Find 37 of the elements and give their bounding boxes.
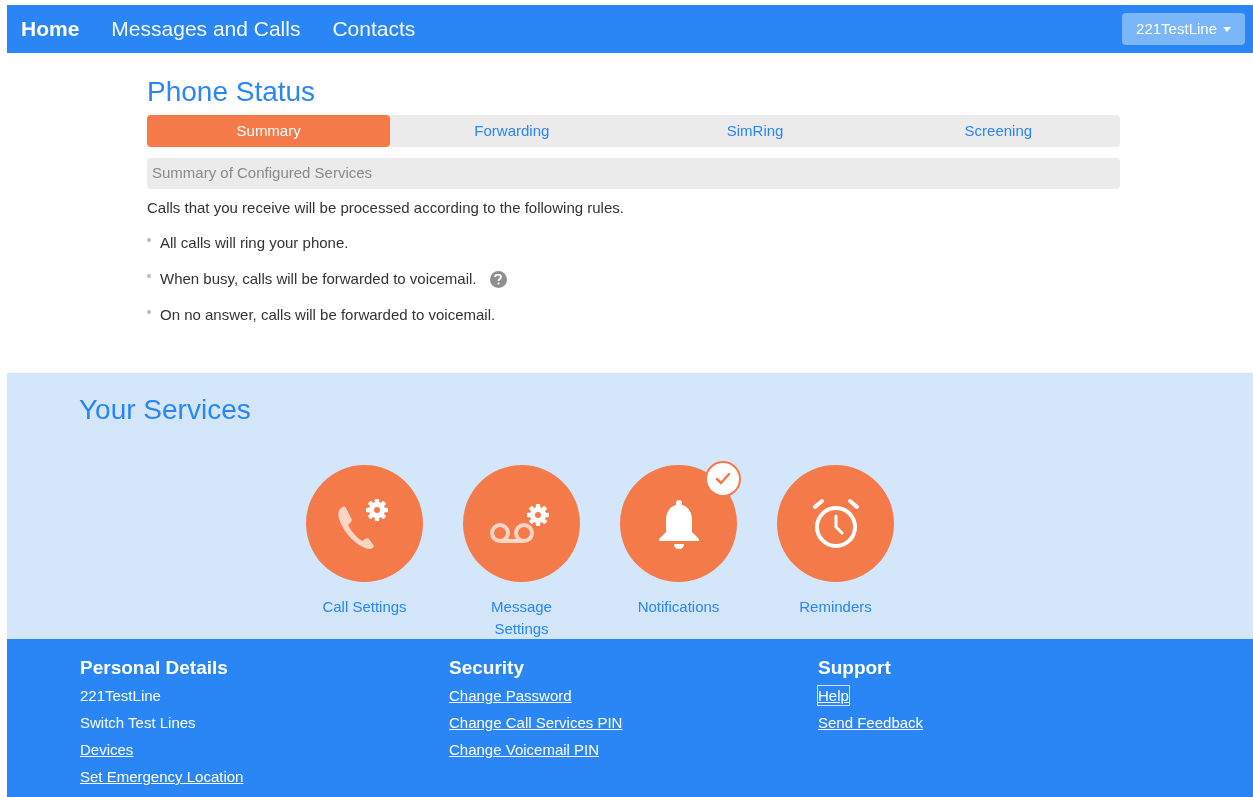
service-link[interactable]: Notifications: [628, 596, 729, 618]
check-icon: [715, 472, 731, 486]
footer-heading: Support: [818, 656, 892, 680]
tab[interactable]: Forwarding: [390, 115, 634, 147]
bullet-icon: [147, 237, 151, 242]
caret-icon: [1223, 26, 1231, 32]
tab[interactable]: SimRing: [633, 115, 877, 147]
footer-text: 221TestLine: [80, 686, 161, 705]
bullet-icon: [147, 309, 151, 314]
intro-text: Calls that you receive will be processed according to the following rules.: [147, 198, 625, 218]
footer-heading: Personal Details: [80, 656, 229, 680]
footer-heading: Security: [449, 656, 525, 680]
section-header: Summary of Configured Services: [147, 158, 1120, 189]
nav-link[interactable]: Messages and Calls: [111, 13, 301, 45]
rule-text: When busy, calls will be forwarded to voicemail.: [160, 269, 477, 290]
help-icon[interactable]: [489, 271, 507, 288]
footer-link[interactable]: Change Call Services PIN: [449, 713, 623, 732]
footer-link[interactable]: Send Feedback: [818, 713, 924, 732]
section-title: Your Services: [78, 393, 252, 427]
tab[interactable]: Summary: [147, 115, 391, 147]
service-link[interactable]: Message Settings: [471, 596, 572, 640]
tab[interactable]: Screening: [876, 115, 1120, 147]
page-title: Phone Status: [147, 75, 317, 109]
footer-link[interactable]: Devices: [80, 740, 134, 759]
footer-link[interactable]: Set Emergency Location: [80, 767, 244, 786]
service-link[interactable]: Call Settings: [314, 596, 415, 618]
footer-link[interactable]: Help: [818, 686, 849, 705]
account-dropdown-button[interactable]: 221TestLine: [1122, 13, 1245, 45]
service-link[interactable]: Reminders: [785, 596, 886, 618]
nav-link[interactable]: Home: [21, 13, 80, 45]
footer-link[interactable]: Change Voicemail PIN: [449, 740, 600, 759]
footer-link[interactable]: Change Password: [449, 686, 572, 705]
rule-text: On no answer, calls will be forwarded to voicemail.: [160, 305, 496, 326]
bullet-icon: [147, 273, 151, 278]
rule-text: All calls will ring your phone.: [160, 233, 349, 254]
nav-link[interactable]: Contacts: [332, 13, 416, 45]
footer-text: Switch Test Lines: [80, 713, 196, 732]
